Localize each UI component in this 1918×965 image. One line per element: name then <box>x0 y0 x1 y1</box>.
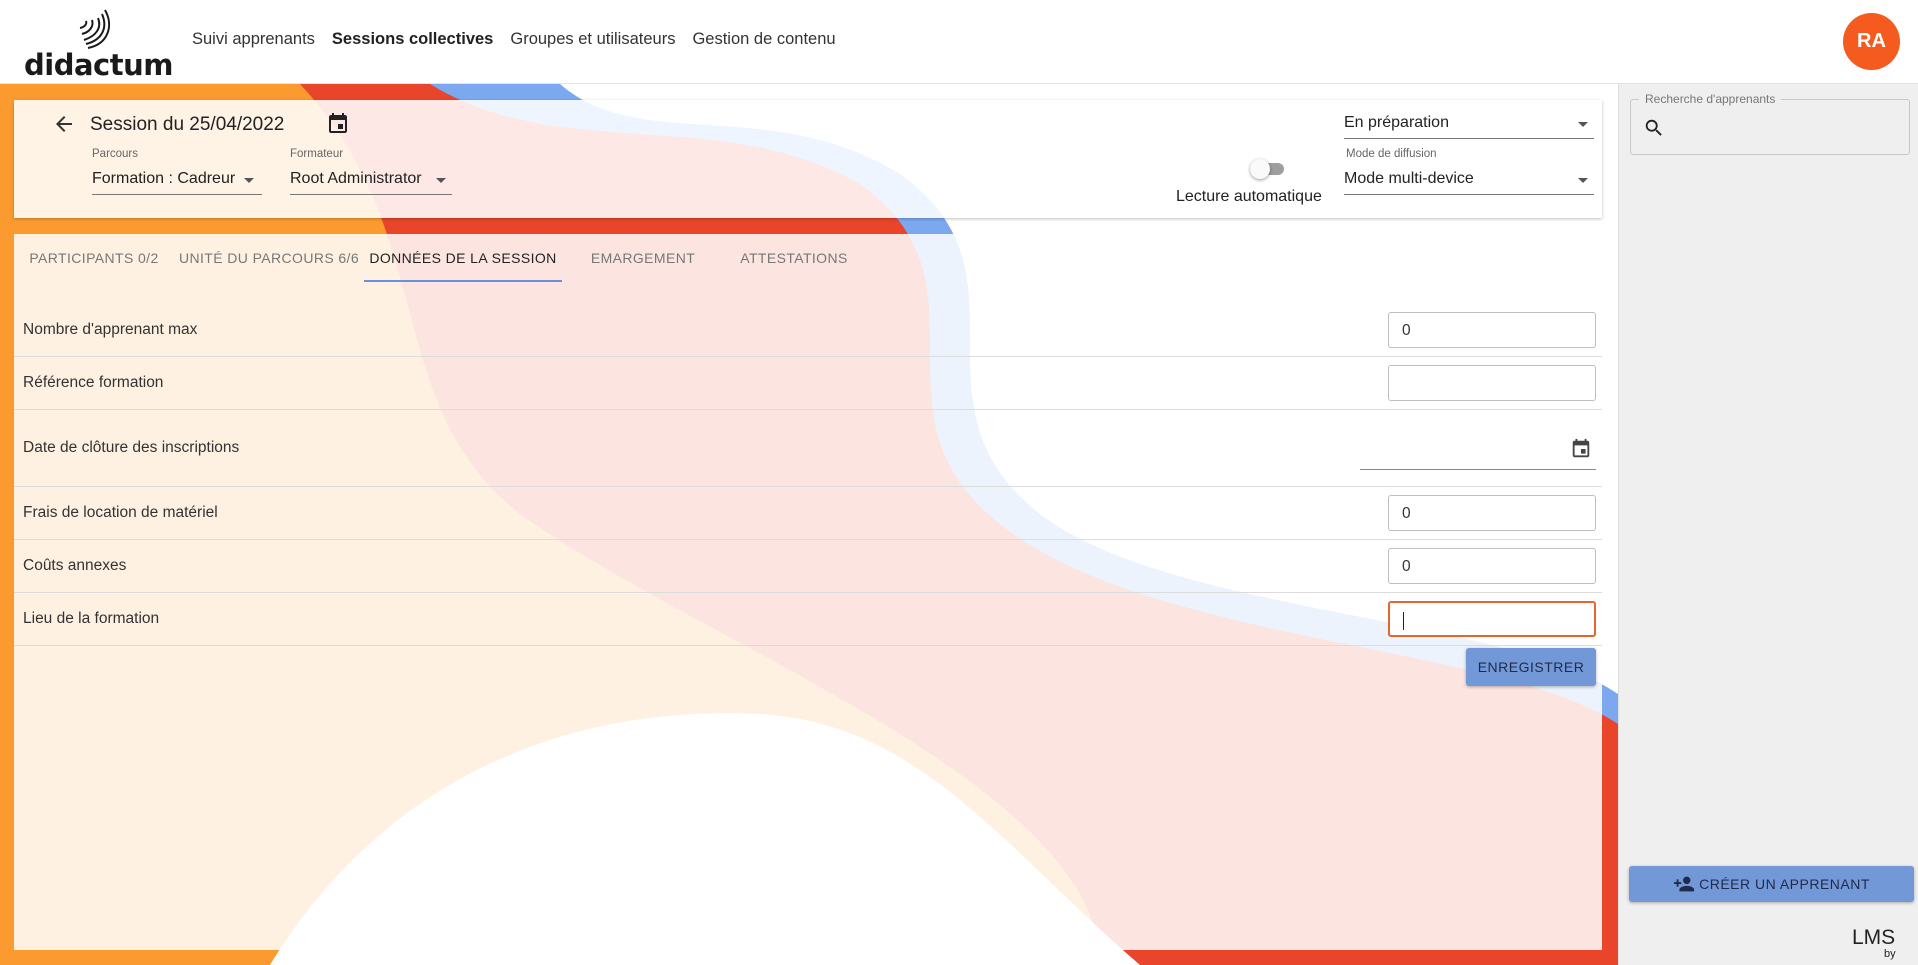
nav-suivi-apprenants[interactable]: Suivi apprenants <box>192 30 315 49</box>
parcours-select[interactable]: Formation : Cadreur <box>92 170 262 195</box>
equipment-label: Frais de location de matériel <box>23 504 218 521</box>
search-label: Recherche d'apprenants <box>1639 92 1782 106</box>
location-label: Lieu de la formation <box>23 610 160 627</box>
location-input[interactable] <box>1388 601 1596 637</box>
diffusion-select[interactable]: Mode multi-device <box>1344 170 1594 195</box>
session-tabs: PARTICIPANTS 0/2 UNITÉ DU PARCOURS 6/6 D… <box>14 234 864 282</box>
formateur-select[interactable]: Root Administrator <box>290 170 452 195</box>
closing-date-input[interactable] <box>1360 430 1596 470</box>
diffusion-label: Mode de diffusion <box>1346 148 1437 160</box>
autoplay-label: Lecture automatique <box>1176 188 1322 205</box>
session-header-card: Session du 25/04/2022 Parcours Formation… <box>14 100 1602 218</box>
back-arrow-icon[interactable] <box>52 112 76 136</box>
dropdown-caret-icon <box>1578 178 1588 183</box>
form-row-extra-costs: Coûts annexes 0 <box>14 540 1602 593</box>
parcours-value: Formation : Cadreur <box>92 170 236 187</box>
tab-donnees-session[interactable]: DONNÉES DE LA SESSION <box>364 234 562 282</box>
form-row-equipment: Frais de location de matériel 0 <box>14 487 1602 540</box>
form-row-max-learners: Nombre d'apprenant max 0 <box>14 304 1602 357</box>
tab-attestations[interactable]: ATTESTATIONS <box>724 234 864 282</box>
didactum-logo[interactable]: didactum <box>24 6 173 82</box>
formateur-label: Formateur <box>290 148 344 160</box>
learner-search-input[interactable]: Recherche d'apprenants <box>1630 92 1910 155</box>
nav-groupes-utilisateurs[interactable]: Groupes et utilisateurs <box>510 30 675 49</box>
create-learner-label: CRÉER UN APPRENANT <box>1699 876 1870 892</box>
lms-by: by <box>1884 948 1896 960</box>
status-value: En préparation <box>1344 114 1449 131</box>
dropdown-caret-icon <box>436 178 446 183</box>
create-learner-button[interactable]: CRÉER UN APPRENANT <box>1629 866 1914 902</box>
user-avatar[interactable]: RA <box>1843 13 1900 70</box>
session-title: Session du 25/04/2022 <box>90 114 285 135</box>
dropdown-caret-icon <box>1578 122 1588 127</box>
calendar-icon[interactable] <box>1570 438 1592 460</box>
diffusion-value: Mode multi-device <box>1344 170 1474 187</box>
equipment-input[interactable]: 0 <box>1388 495 1596 531</box>
reference-label: Référence formation <box>23 374 164 391</box>
save-button[interactable]: ENREGISTRER <box>1466 648 1596 686</box>
main-nav: Suivi apprenants Sessions collectives Gr… <box>192 30 836 49</box>
reference-input[interactable] <box>1388 365 1596 401</box>
extra-costs-input[interactable]: 0 <box>1388 548 1596 584</box>
calendar-icon[interactable] <box>326 112 350 136</box>
autoplay-toggle[interactable] <box>1250 158 1286 180</box>
extra-costs-label: Coûts annexes <box>23 557 127 574</box>
max-learners-input[interactable]: 0 <box>1388 312 1596 348</box>
add-person-icon <box>1674 876 1695 892</box>
closing-date-label: Date de clôture des inscriptions <box>23 439 240 456</box>
session-content-panel: PARTICIPANTS 0/2 UNITÉ DU PARCOURS 6/6 D… <box>14 234 1602 950</box>
max-learners-label: Nombre d'apprenant max <box>23 321 198 338</box>
dropdown-caret-icon <box>244 178 254 183</box>
logo-text: didactum <box>24 48 173 82</box>
text-cursor <box>1403 612 1404 630</box>
toggle-knob <box>1250 159 1270 179</box>
top-bar: didactum Suivi apprenants Sessions colle… <box>0 0 1918 84</box>
tab-unite-parcours[interactable]: UNITÉ DU PARCOURS 6/6 <box>174 234 364 282</box>
learner-sidebar: Recherche d'apprenants CRÉER UN APPRENAN… <box>1618 84 1918 965</box>
form-row-reference: Référence formation <box>14 357 1602 410</box>
nav-gestion-contenu[interactable]: Gestion de contenu <box>692 30 835 49</box>
tab-emargement[interactable]: EMARGEMENT <box>562 234 724 282</box>
parcours-label: Parcours <box>92 148 139 160</box>
logo-mark-icon <box>79 9 110 49</box>
formateur-value: Root Administrator <box>290 170 422 187</box>
form-row-closing-date: Date de clôture des inscriptions <box>14 410 1602 487</box>
search-icon <box>1645 119 1662 136</box>
nav-sessions-collectives[interactable]: Sessions collectives <box>332 30 493 49</box>
lms-mark: LMS <box>1852 926 1896 949</box>
tab-participants[interactable]: PARTICIPANTS 0/2 <box>14 234 174 282</box>
form-row-location: Lieu de la formation <box>14 593 1602 646</box>
status-select[interactable]: En préparation <box>1344 114 1594 139</box>
